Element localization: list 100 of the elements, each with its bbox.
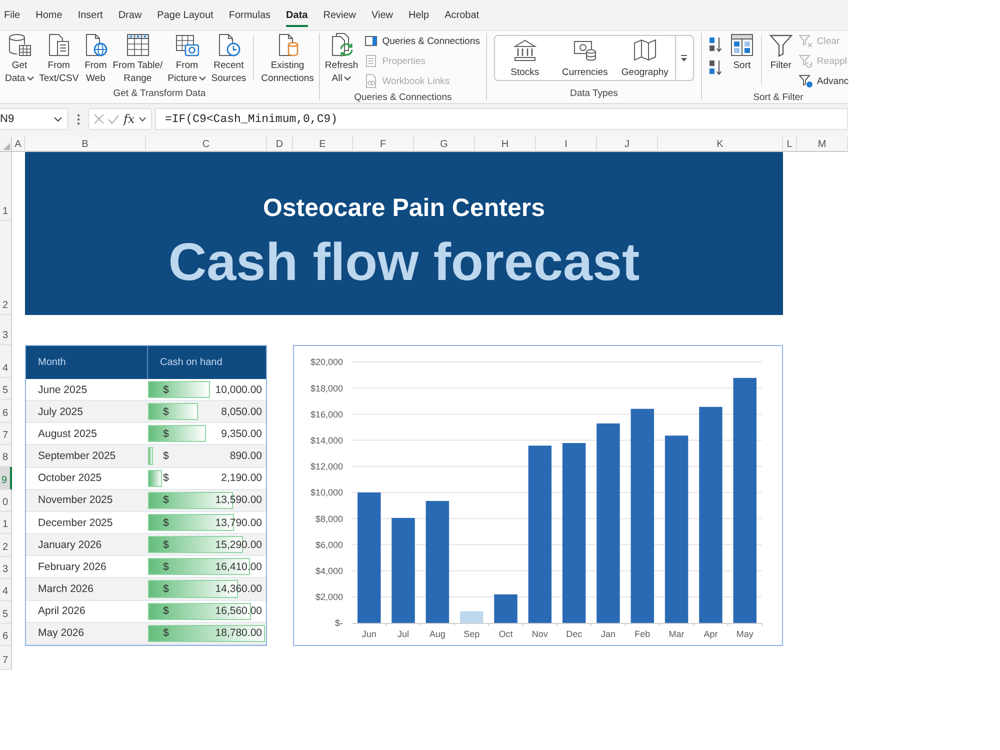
ribbon-button[interactable]: Filter [768,33,794,72]
row-header[interactable]: 6 [0,624,12,646]
x-axis-label: Aug [429,628,446,639]
currency-symbol: $ [163,494,169,506]
ribbon-small-button[interactable]: Advanc [796,71,851,91]
row-header[interactable]: 6 [0,400,12,423]
ribbon-tab[interactable]: Data [286,3,308,27]
column-header[interactable]: F [353,137,414,152]
ribbon-button[interactable]: From Text/CSV [38,33,80,85]
column-header[interactable]: A [12,137,25,152]
currency-symbol: $ [163,516,169,529]
y-axis-label: $12,000 [310,462,344,472]
ribbon-small-button[interactable]: Queries & Connections [362,31,482,51]
table-header-cell: Cash on hand [147,346,266,379]
ribbon-tab[interactable]: View [372,3,394,27]
row-header[interactable]: 1 [0,512,12,534]
ribbon-tab[interactable]: Draw [118,3,142,27]
row-header[interactable]: 7 [0,646,12,670]
column-header[interactable]: K [658,137,783,152]
dropdown-arrow-icon [680,54,688,62]
ribbon-tab[interactable]: Page Layout [157,3,214,27]
ribbon-button[interactable]: Recent Sources [210,33,248,85]
chevron-down-icon [54,116,62,122]
vertical-dots-icon[interactable] [76,114,80,124]
amount-text: 13,790.00 [215,516,262,529]
ribbon-button[interactable]: Refresh All [324,33,360,85]
currency-symbol: $ [163,406,169,418]
gallery-item[interactable]: Stocks [494,36,555,80]
amount-text: 890.00 [230,450,262,462]
chevron-down-icon[interactable] [138,116,146,122]
funnel-icon [768,33,793,57]
x-axis-label: Nov [532,628,548,639]
refresh-icon [330,33,354,57]
row-header[interactable]: 4 [0,578,12,602]
sort-ascending-button[interactable] [708,37,723,52]
amount-text: 14,360.00 [215,583,262,596]
bank-icon [512,38,537,62]
gallery-item[interactable]: Currencies [554,36,615,80]
row-header[interactable]: 5 [0,601,12,624]
x-axis-label: Jan [600,628,616,639]
ribbon-tab[interactable]: Help [408,3,430,27]
ribbon-button[interactable]: From Picture [166,33,208,85]
ribbon-tab[interactable]: Home [36,3,62,27]
column-header[interactable]: M [797,137,848,152]
column-header[interactable]: L [783,137,797,152]
column-header[interactable]: E [293,137,353,152]
chain-document-icon [364,74,378,88]
text-document-icon [46,33,71,57]
banner-title: Cash flow forecast [168,233,640,293]
sort-descending-button[interactable] [708,60,723,75]
row-header[interactable]: 0 [0,490,12,512]
column-header[interactable]: J [597,137,658,152]
row-header[interactable]: 8 [0,444,12,468]
ribbon-button[interactable]: Existing Connections [260,33,315,85]
folded-map-icon [632,38,657,62]
ribbon-tab[interactable]: Acrobat [444,3,480,27]
row-header[interactable]: 1 [0,152,12,221]
panel-icon [364,34,378,48]
column-header[interactable]: I [536,137,597,152]
row-header[interactable]: 2 [0,534,12,557]
y-axis-label: $16,000 [310,409,344,420]
ribbon-button[interactable]: Get Data [4,33,36,85]
banknote-coins-icon [572,38,597,62]
currency-symbol: $ [163,583,169,596]
y-axis-label: $8,000 [316,514,344,524]
column-header[interactable]: D [267,137,293,152]
row-header[interactable]: 4 [0,345,12,378]
month-cell: November 2025 [26,490,147,512]
ribbon-tab[interactable]: Review [323,3,356,27]
amount-text: 9,350.00 [221,428,262,440]
month-cell: April 2026 [26,600,147,623]
row-header[interactable]: 9 [0,467,12,490]
list-document-icon [364,54,378,68]
column-header[interactable]: C [146,137,267,152]
check-icon[interactable] [108,114,120,124]
x-axis-label: Apr [704,628,718,639]
row-header[interactable]: 7 [0,422,12,445]
row-header[interactable]: 3 [0,556,12,579]
column-header[interactable]: H [475,137,536,152]
formula-field[interactable]: =IF(C9<Cash_Minimum,0,C9) [155,108,848,130]
ribbon-tab[interactable]: Formulas [228,3,271,27]
ribbon-tab[interactable]: Insert [78,3,103,27]
row-header[interactable]: 3 [0,315,12,345]
x-axis-label: Jun [362,628,376,639]
y-axis-label: $10,000 [310,488,344,498]
name-box[interactable]: N9 [0,108,68,130]
ribbon-button[interactable]: From Web [82,33,109,85]
column-header[interactable]: B [25,137,146,152]
row-header[interactable]: 5 [0,378,12,400]
table-header-cell: Month [26,346,147,379]
ribbon-button[interactable]: Sort [728,33,755,72]
ribbon-tab[interactable]: File [4,3,20,27]
amount-text: 13,590.00 [215,494,262,506]
y-axis-label: $2,000 [316,592,344,602]
insert-function-button[interactable]: fx [123,112,135,126]
ribbon-button[interactable]: From Table/ Range [112,33,164,85]
gallery-item[interactable]: Geography [614,36,675,80]
column-header[interactable]: G [414,137,475,152]
currency-symbol: $ [163,605,169,618]
row-header[interactable]: 2 [0,221,12,315]
